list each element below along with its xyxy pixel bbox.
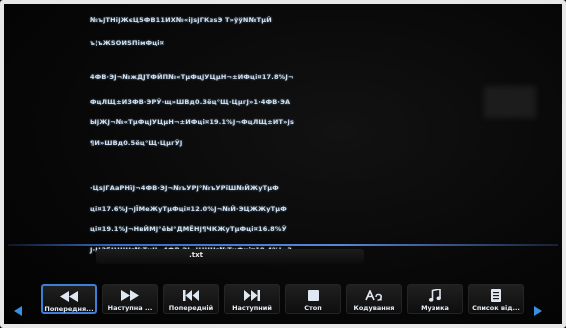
music-button[interactable]: Музика	[407, 284, 463, 314]
button-label: Список від...	[472, 304, 520, 312]
list-document-icon	[469, 288, 523, 302]
document-line: ¶И»ШВд0.5ёц°Щ·ЦµгЎJ	[90, 139, 183, 147]
next-page-button[interactable]: Наступна ...	[102, 284, 158, 314]
button-label: Музика	[421, 304, 449, 312]
screen-glare	[484, 86, 536, 118]
scroll-left-arrow-icon[interactable]	[14, 306, 22, 316]
stop-button[interactable]: Стоп	[285, 284, 341, 314]
encoding-icon	[347, 288, 401, 302]
button-label: Кодування	[353, 304, 395, 312]
button-label: Попередня...	[44, 305, 94, 313]
rewind-icon	[43, 289, 95, 303]
document-line: ФцЛЩ±И3ФВ·ЭРЎ·щ»ШВд0.3ёц°Щ·ЦµгJ»1·4ФВ·ЭА	[90, 98, 291, 106]
button-label: Наступна ...	[107, 304, 153, 312]
media-toolbar: Попередня... Наступна ... Попередній Нас…	[8, 284, 558, 318]
file-name: .txt	[189, 251, 203, 259]
next-file-button[interactable]: Наступний	[224, 284, 280, 314]
previous-page-button[interactable]: Попередня...	[41, 284, 97, 314]
encoding-button[interactable]: Кодування	[346, 284, 402, 314]
document-line: ці¤19.1%J¬НвЙМј°ёЫ°ДМЁНј¶ЧКЖуТµФці¤16.8%…	[90, 225, 287, 233]
document-line: №ъјТНіјЖєЦ5ФВ11ИХ№«іјsјГКзsЭ Т»ўўN№ТµЙ	[90, 16, 272, 24]
skip-next-icon	[225, 288, 279, 302]
fast-forward-icon	[103, 288, 157, 302]
tv-screen: №ъјТНіјЖєЦ5ФВ11ИХ№«іјsјГКзsЭ Т»ўўN№ТµЙ ъ…	[0, 0, 566, 328]
button-label: Наступний	[232, 304, 272, 312]
scroll-right-arrow-icon[interactable]	[534, 306, 542, 316]
previous-file-button[interactable]: Попередній	[163, 284, 219, 314]
music-note-icon	[408, 288, 462, 302]
document-line: 4ФВ·ЭJ¬№жДJТФЙП№«ТµФцјУЦµН¬±ИФці¤17.8%J¬	[90, 73, 294, 81]
document-line: ъ¦ъЖSOИSПiмФці¤	[90, 39, 165, 47]
skip-previous-icon	[164, 288, 218, 302]
progress-divider	[8, 244, 558, 246]
document-line: ЫјЖJ¬№«ТµФцјУЦµН¬±ИФці¤19.1%J¬ФцЛЩ±ИТ»јs	[90, 118, 295, 126]
stop-icon	[286, 288, 340, 302]
document-line: ·ЦsјГАаРНїJ¬4ФВ·ЭJ¬№ъУРј°№ъУРїШ№ЙЖуТµФ	[90, 184, 279, 192]
button-label: Стоп	[304, 304, 322, 312]
playlist-button[interactable]: Список від...	[468, 284, 524, 314]
button-label: Попередній	[168, 304, 214, 312]
document-line: ці¤17.6%J¬јЇМеЖуТµФці¤12.0%J¬№Й·ЭЦЖЖуТµФ	[90, 205, 287, 213]
